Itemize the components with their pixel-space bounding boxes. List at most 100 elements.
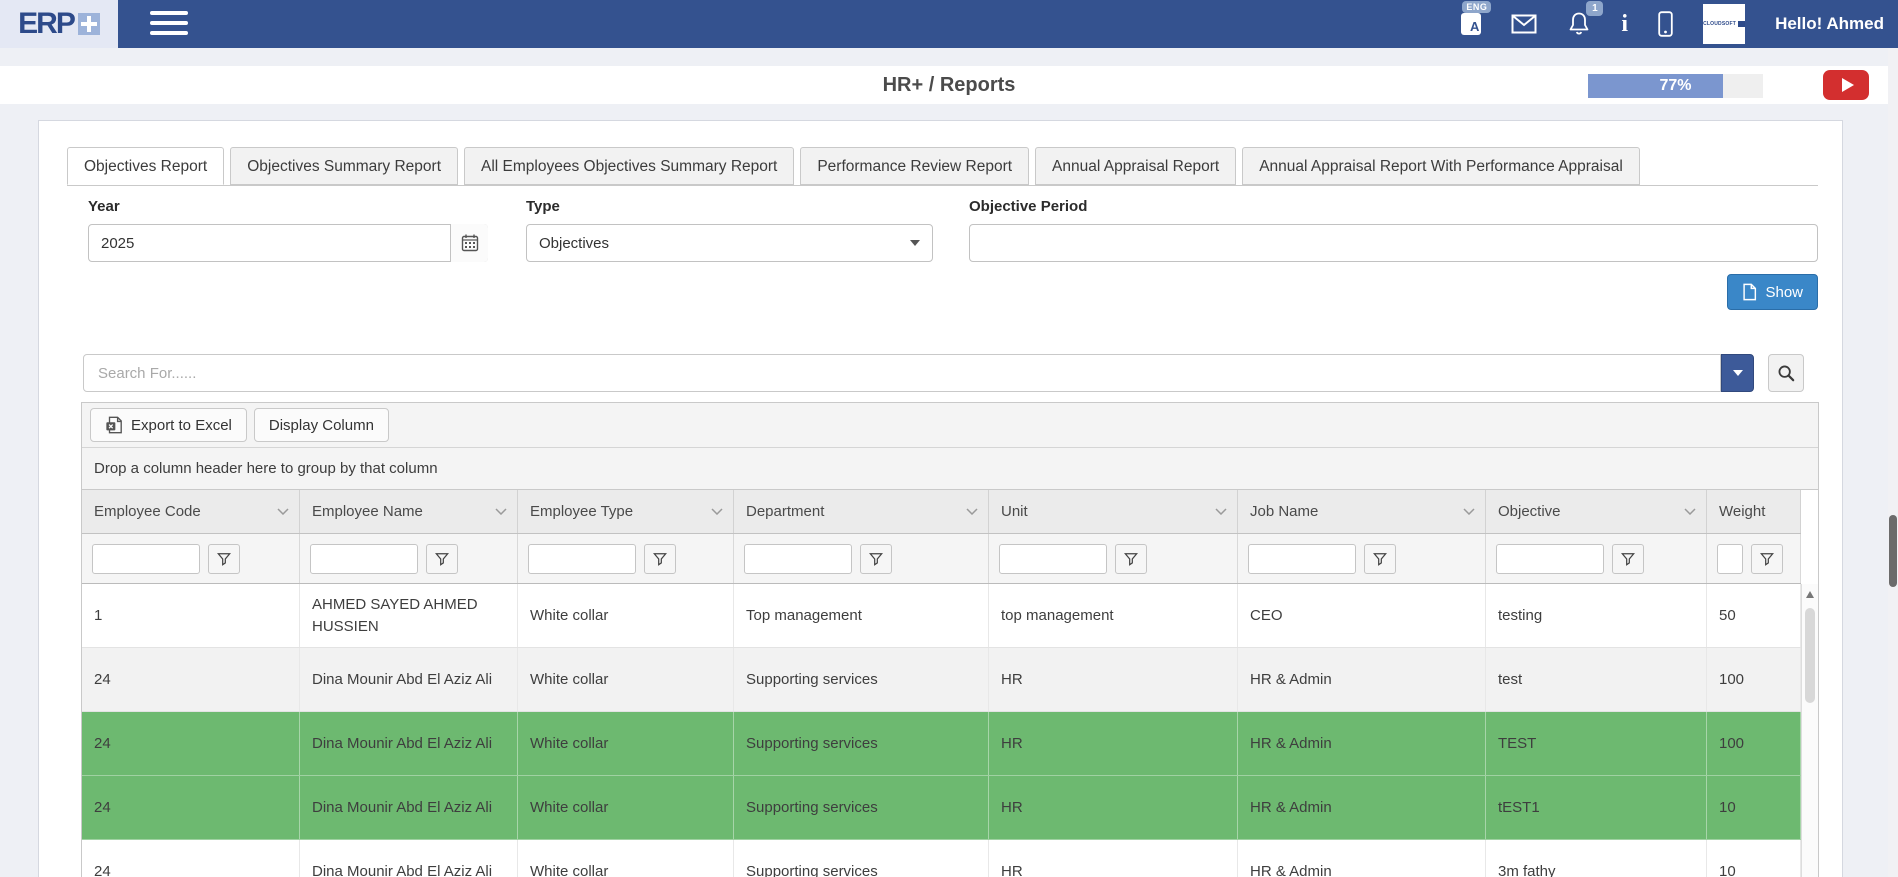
table-row[interactable]: 24Dina Mounir Abd El Aziz AliWhite colla… xyxy=(82,776,1801,840)
filter-button-weight[interactable] xyxy=(1751,544,1783,574)
cell-job-name: CEO xyxy=(1238,584,1486,647)
filter-button-employee-code[interactable] xyxy=(208,544,240,574)
show-button[interactable]: Show xyxy=(1727,274,1818,310)
company-logo[interactable]: CLOUDSOFT xyxy=(1703,4,1745,44)
table-row[interactable]: 24Dina Mounir Abd El Aziz AliWhite colla… xyxy=(82,840,1801,877)
tab-objectives-report[interactable]: Objectives Report xyxy=(67,147,224,185)
cell-job-name: HR & Admin xyxy=(1238,712,1486,775)
tab-all-employees-objectives-summary-report[interactable]: All Employees Objectives Summary Report xyxy=(464,147,794,185)
filter-cell-objective xyxy=(1486,534,1707,583)
tab-annual-appraisal-report-with-performance-appraisal[interactable]: Annual Appraisal Report With Performance… xyxy=(1242,147,1640,185)
year-label: Year xyxy=(88,198,488,215)
type-field-group: Type Objectives xyxy=(526,198,933,262)
filter-input-unit[interactable] xyxy=(999,544,1107,574)
column-header-employee-name[interactable]: Employee Name xyxy=(300,490,518,533)
objective-period-field-group: Objective Period xyxy=(969,198,1818,262)
filter-button-job-name[interactable] xyxy=(1364,544,1396,574)
chevron-down-icon xyxy=(495,508,507,515)
cell-department: Supporting services xyxy=(734,840,989,877)
hamburger-menu-icon[interactable] xyxy=(150,11,188,37)
filter-cell-department xyxy=(734,534,989,583)
table-row[interactable]: 24Dina Mounir Abd El Aziz AliWhite colla… xyxy=(82,648,1801,712)
column-header-department[interactable]: Department xyxy=(734,490,989,533)
page-header: HR+ / Reports 77% xyxy=(0,66,1898,104)
cell-weight: 10 xyxy=(1707,840,1801,877)
data-table: Employee Code Employee Name Employee Type D… xyxy=(82,489,1818,877)
page-scrollbar-thumb[interactable] xyxy=(1889,515,1897,587)
search-input[interactable] xyxy=(83,354,1721,392)
search-button[interactable] xyxy=(1768,354,1804,392)
scroll-up-arrow-icon[interactable] xyxy=(1806,591,1814,598)
table-scrollbar[interactable] xyxy=(1801,584,1818,877)
page-scrollbar[interactable] xyxy=(1888,48,1898,877)
plus-icon xyxy=(78,13,100,35)
cell-employee-name: Dina Mounir Abd El Aziz Ali xyxy=(300,840,518,877)
filter-input-employee-type[interactable] xyxy=(528,544,636,574)
group-by-drop-zone[interactable]: Drop a column header here to group by th… xyxy=(82,447,1818,489)
cell-employee-type: White collar xyxy=(518,584,734,647)
notifications-bell-icon[interactable]: 1 xyxy=(1567,11,1591,37)
column-header-employee-type[interactable]: Employee Type xyxy=(518,490,734,533)
column-header-objective[interactable]: Objective xyxy=(1486,490,1707,533)
filter-input-objective[interactable] xyxy=(1496,544,1604,574)
table-filter-row xyxy=(82,534,1801,584)
filter-cell-unit xyxy=(989,534,1238,583)
objective-period-input[interactable] xyxy=(969,224,1818,262)
column-label: Employee Type xyxy=(530,503,633,520)
column-header-unit[interactable]: Unit xyxy=(989,490,1238,533)
cell-employee-type: White collar xyxy=(518,712,734,775)
column-label: Weight xyxy=(1719,503,1765,520)
tab-performance-review-report[interactable]: Performance Review Report xyxy=(800,147,1029,185)
type-select-value: Objectives xyxy=(539,235,609,252)
show-row: Show xyxy=(39,274,1818,310)
filter-button-unit[interactable] xyxy=(1115,544,1147,574)
tab-annual-appraisal-report[interactable]: Annual Appraisal Report xyxy=(1035,147,1236,185)
video-play-button[interactable] xyxy=(1823,70,1869,100)
filter-input-employee-code[interactable] xyxy=(92,544,200,574)
filter-input-employee-name[interactable] xyxy=(310,544,418,574)
app-logo[interactable]: ERP xyxy=(0,0,118,48)
mobile-app-icon[interactable] xyxy=(1658,11,1673,37)
play-icon xyxy=(1842,78,1854,92)
type-select[interactable]: Objectives xyxy=(526,224,933,262)
filter-input-job-name[interactable] xyxy=(1248,544,1356,574)
cell-weight: 100 xyxy=(1707,648,1801,711)
column-label: Employee Name xyxy=(312,503,423,520)
mail-icon[interactable] xyxy=(1511,14,1537,34)
filter-button-employee-name[interactable] xyxy=(426,544,458,574)
info-icon[interactable]: i xyxy=(1621,12,1628,36)
filter-cell-weight xyxy=(1707,534,1801,583)
scrollbar-thumb[interactable] xyxy=(1805,608,1815,703)
chevron-down-icon xyxy=(1463,508,1475,515)
filter-button-department[interactable] xyxy=(860,544,892,574)
cell-unit: HR xyxy=(989,840,1238,877)
filter-input-weight[interactable] xyxy=(1717,544,1743,574)
calendar-button[interactable] xyxy=(450,224,488,262)
column-header-employee-code[interactable]: Employee Code xyxy=(82,490,300,533)
cell-unit: HR xyxy=(989,776,1238,839)
column-header-weight[interactable]: Weight xyxy=(1707,490,1801,533)
tab-objectives-summary-report[interactable]: Objectives Summary Report xyxy=(230,147,458,185)
cell-employee-code: 24 xyxy=(82,648,300,711)
app-logo-text: ERP xyxy=(18,7,74,41)
display-column-button[interactable]: Display Column xyxy=(254,408,389,442)
chevron-down-icon xyxy=(966,508,978,515)
year-input[interactable] xyxy=(88,224,488,262)
filter-cell-employee-name xyxy=(300,534,518,583)
table-row[interactable]: 24Dina Mounir Abd El Aziz AliWhite colla… xyxy=(82,712,1801,776)
language-translate-icon[interactable]: ENG A xyxy=(1461,13,1481,35)
filter-funnel-icon xyxy=(653,552,667,566)
filter-funnel-icon xyxy=(1124,552,1138,566)
cell-weight: 100 xyxy=(1707,712,1801,775)
filter-button-employee-type[interactable] xyxy=(644,544,676,574)
filter-input-department[interactable] xyxy=(744,544,852,574)
report-tabs: Objectives ReportObjectives Summary Repo… xyxy=(67,147,1818,186)
table-row[interactable]: 1AHMED SAYED AHMED HUSSIENWhite collarTo… xyxy=(82,584,1801,648)
column-header-job-name[interactable]: Job Name xyxy=(1238,490,1486,533)
export-to-excel-button[interactable]: Export to Excel xyxy=(90,408,247,442)
cell-unit: top management xyxy=(989,584,1238,647)
filter-button-objective[interactable] xyxy=(1612,544,1644,574)
column-label: Objective xyxy=(1498,503,1561,520)
cell-employee-name: AHMED SAYED AHMED HUSSIEN xyxy=(300,584,518,647)
search-dropdown-button[interactable] xyxy=(1721,354,1754,392)
